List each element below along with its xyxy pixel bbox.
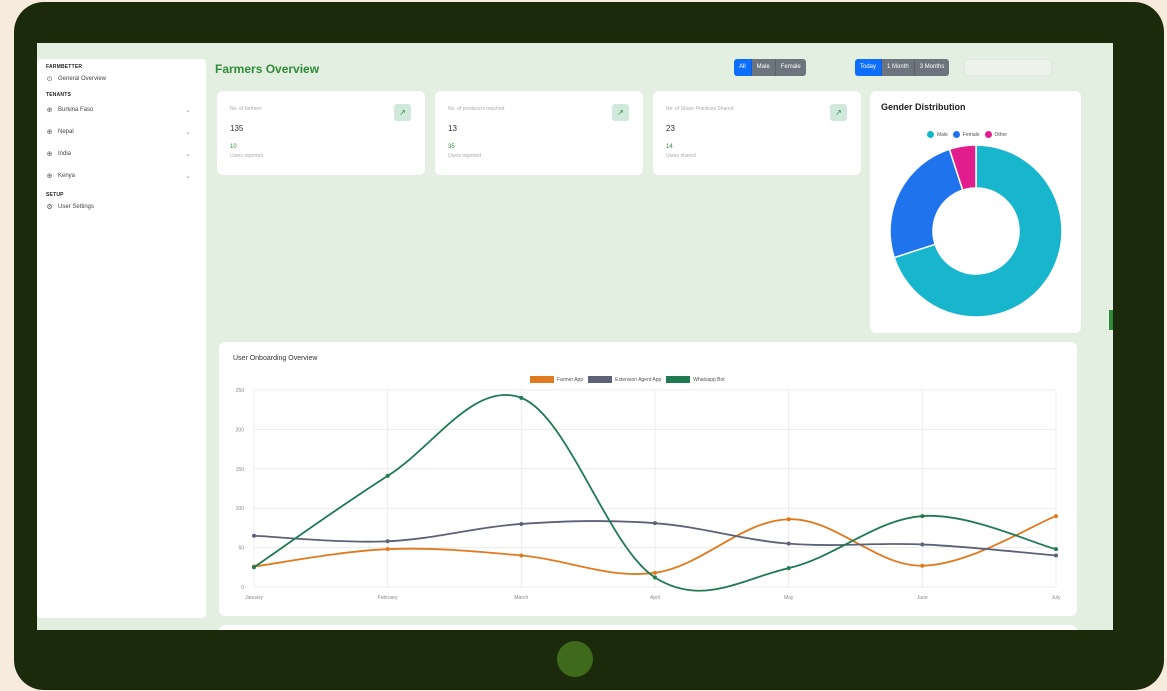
stat-sublabel: Users reported [448, 153, 482, 159]
next-card-partial [219, 625, 1077, 630]
sidebar-item-label: General Overview [58, 75, 107, 82]
stat-delta: 14 [666, 144, 673, 150]
globe-icon: ⊕ [46, 172, 53, 180]
stat-label: No. of farmers [230, 106, 262, 112]
stat-card-farmers: No. of farmers 135 10 Users reported ↗ [217, 91, 425, 175]
stat-value: 23 [666, 124, 675, 133]
x-tick-label: May [784, 595, 794, 601]
gender-filter-female[interactable]: Female [775, 59, 806, 76]
stat-label: No. of Share Practices Shared [666, 106, 734, 112]
gender-distribution-card: Gender Distribution Male Female Other [870, 91, 1081, 333]
sidebar-section-setup: SETUP [46, 192, 64, 198]
chevron-down-icon[interactable]: ⌄ [185, 150, 191, 158]
data-point[interactable] [786, 541, 791, 546]
stat-label: No. of producers reached [448, 106, 505, 112]
search-input[interactable] [964, 59, 1052, 76]
data-point[interactable] [920, 542, 925, 547]
y-tick-label: 100 [236, 506, 245, 512]
home-button[interactable] [557, 641, 593, 677]
sidebar-item-user-settings[interactable]: ⚙ User Settings [46, 199, 197, 214]
data-point[interactable] [786, 566, 791, 571]
onboarding-chart-card: User Onboarding Overview Farmer App Exte… [219, 342, 1077, 616]
stat-value: 135 [230, 124, 244, 133]
page-title: Farmers Overview [215, 62, 320, 76]
sidebar-item-label: Kenya [58, 172, 76, 179]
period-filter-3-months[interactable]: 3 Months [914, 59, 950, 76]
globe-icon: ⊕ [46, 150, 53, 158]
globe-icon: ⊕ [46, 128, 53, 136]
dashboard-screen: FARMBETTER ⊙ General Overview TENANTS ⊕ … [37, 43, 1113, 630]
data-point[interactable] [385, 473, 390, 478]
sidebar-item-label: India [58, 150, 72, 157]
stat-sublabel: Users reported [230, 153, 264, 159]
x-tick-label: July [1052, 595, 1061, 601]
sidebar-item-burkina-faso[interactable]: ⊕ Burkina Faso ⌄ [46, 99, 197, 120]
chevron-down-icon[interactable]: ⌄ [185, 106, 191, 114]
gender-filter-all[interactable]: All [734, 59, 752, 76]
gender-filter-male[interactable]: Male [751, 59, 776, 76]
sidebar-item-label: User Settings [58, 203, 95, 210]
x-tick-label: March [514, 595, 528, 601]
data-point[interactable] [252, 533, 256, 538]
sidebar-section-tenants: TENANTS [46, 92, 72, 98]
sidebar-item-kenya[interactable]: ⊕ Kenya ⌄ [46, 165, 197, 186]
y-tick-label: 250 [236, 388, 245, 394]
data-point[interactable] [252, 565, 256, 570]
data-point[interactable] [1054, 553, 1058, 558]
y-tick-label: 50 [238, 546, 244, 552]
x-tick-label: February [378, 595, 399, 601]
onboarding-line-chart: 0 50 100 150 200 250 January February March April… [236, 388, 1061, 601]
data-point[interactable] [1054, 547, 1058, 552]
sidebar-item-india[interactable]: ⊕ India ⌄ [46, 143, 197, 164]
chevron-down-icon[interactable]: ⌄ [185, 172, 191, 180]
stat-card-practices: No. of Share Practices Shared 23 14 User… [653, 91, 861, 175]
chevron-down-icon[interactable]: ⌄ [185, 128, 191, 136]
x-tick-label: January [245, 595, 263, 601]
x-tick-label: June [917, 595, 928, 601]
data-point[interactable] [519, 521, 524, 526]
y-tick-label: 150 [236, 467, 245, 473]
y-tick-label: 0 [241, 585, 244, 591]
stat-sublabel: Users shared [666, 153, 696, 159]
data-point[interactable] [385, 539, 390, 544]
stat-value: 13 [448, 124, 457, 133]
stat-card-producers: No. of producers reached 13 35 Users rep… [435, 91, 643, 175]
sidebar-section-farmbetter: FARMBETTER [46, 64, 83, 70]
data-point[interactable] [519, 553, 524, 558]
period-filter-group: Today 1 Month 3 Months [855, 59, 950, 76]
sidebar-item-general-overview[interactable]: ⊙ General Overview [46, 71, 197, 86]
data-point[interactable] [519, 395, 524, 400]
data-point[interactable] [653, 575, 657, 580]
sidebar: FARMBETTER ⊙ General Overview TENANTS ⊕ … [37, 59, 206, 618]
globe-icon: ⊕ [46, 106, 53, 114]
sidebar-item-label: Nepal [58, 128, 74, 135]
dashboard-icon: ⊙ [46, 75, 53, 83]
stat-delta: 35 [448, 144, 455, 150]
data-point[interactable] [653, 570, 657, 575]
side-panel-tab[interactable] [1109, 310, 1113, 330]
stat-delta: 10 [230, 144, 237, 150]
sidebar-item-label: Burkina Faso [58, 106, 94, 113]
period-filter-1-month[interactable]: 1 Month [882, 59, 915, 76]
data-point[interactable] [920, 514, 925, 519]
sidebar-item-nepal[interactable]: ⊕ Nepal ⌄ [46, 121, 197, 142]
y-tick-label: 200 [236, 427, 245, 433]
data-point[interactable] [653, 521, 657, 526]
data-point[interactable] [786, 517, 791, 522]
gender-filter-group: All Male Female [734, 59, 806, 76]
data-point[interactable] [920, 563, 925, 568]
chart-icon: ↗ [394, 104, 411, 121]
chart-icon: ↗ [830, 104, 847, 121]
chart-icon: ↗ [612, 104, 629, 121]
period-filter-today[interactable]: Today [855, 59, 883, 76]
data-point[interactable] [1054, 514, 1058, 519]
x-tick-label: April [650, 595, 660, 601]
donut-slice-female[interactable] [889, 148, 964, 259]
gender-donut-chart [889, 144, 1063, 318]
data-point[interactable] [385, 547, 390, 552]
gear-icon: ⚙ [46, 203, 53, 211]
